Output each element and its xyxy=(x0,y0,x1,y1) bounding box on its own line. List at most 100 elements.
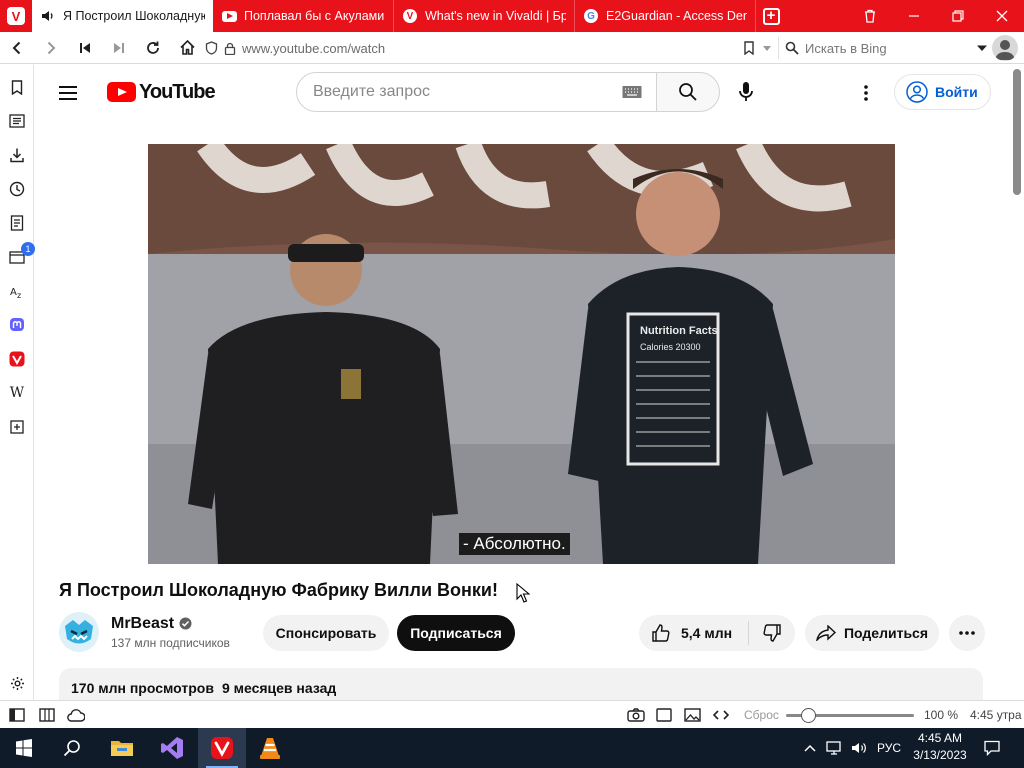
sponsor-label: Спонсировать xyxy=(275,625,377,641)
sponsor-button[interactable]: Спонсировать xyxy=(263,615,389,651)
history-panel-button[interactable] xyxy=(5,177,29,201)
speaker-icon[interactable] xyxy=(40,8,56,24)
close-button[interactable] xyxy=(980,0,1024,32)
chevron-down-icon[interactable] xyxy=(976,42,988,54)
keyboard-icon[interactable] xyxy=(622,85,642,99)
youtube-logo[interactable]: YouTube xyxy=(107,81,216,103)
visual-studio-icon xyxy=(161,737,183,759)
voice-search-button[interactable] xyxy=(727,73,765,111)
vivaldi-panel-button[interactable] xyxy=(5,347,29,371)
scrollbar-thumb[interactable] xyxy=(1013,69,1021,195)
new-tab-button[interactable]: + xyxy=(756,0,786,32)
notification-badge: 1 xyxy=(21,242,35,256)
tab-title: Поплавал бы с Акулами за xyxy=(244,9,385,23)
network-button[interactable] xyxy=(824,728,846,768)
back-button[interactable] xyxy=(0,32,34,64)
settings-menu-button[interactable] xyxy=(854,81,878,105)
show-hidden-icons-button[interactable] xyxy=(800,728,820,768)
settings-button[interactable] xyxy=(5,671,29,695)
sync-button[interactable] xyxy=(67,706,85,724)
home-button[interactable] xyxy=(170,32,204,64)
translate-panel-button[interactable]: Az xyxy=(5,279,29,303)
profile-avatar[interactable] xyxy=(992,35,1018,61)
zoom-level: 100 % xyxy=(924,708,959,722)
minimize-button[interactable] xyxy=(892,0,936,32)
shirt-text-line: Calories 20300 xyxy=(640,342,701,352)
taskbar-search-button[interactable] xyxy=(48,728,96,768)
share-label: Поделиться xyxy=(843,625,929,641)
bookmarks-panel-button[interactable] xyxy=(5,75,29,99)
more-actions-button[interactable] xyxy=(949,615,985,651)
restore-button[interactable] xyxy=(936,0,980,32)
zoom-reset-label[interactable]: Сброс xyxy=(744,708,779,722)
reading-list-icon xyxy=(9,114,25,128)
fast-forward-button[interactable] xyxy=(102,32,136,64)
address-toolbar: www.youtube.com/watch Искать в Bing xyxy=(0,32,1024,64)
tab-3[interactable]: V What's new in Vivaldi | Бра xyxy=(394,0,575,32)
panel-toggle-button[interactable] xyxy=(8,706,26,724)
notes-icon xyxy=(10,215,24,231)
taskbar-file-explorer[interactable] xyxy=(98,728,146,768)
taskbar-visual-studio[interactable] xyxy=(148,728,196,768)
volume-button[interactable] xyxy=(848,728,870,768)
channel-avatar[interactable] xyxy=(59,612,99,652)
start-button[interactable] xyxy=(0,728,48,768)
skip-back-icon xyxy=(80,42,90,53)
images-toggle-button[interactable] xyxy=(683,706,701,724)
search-input[interactable]: Введите запрос xyxy=(296,72,657,112)
tab-title: What's new in Vivaldi | Бра xyxy=(425,9,566,23)
notes-panel-button[interactable] xyxy=(5,211,29,235)
zoom-slider[interactable] xyxy=(786,708,914,723)
taskbar-vlc[interactable] xyxy=(246,728,294,768)
menu-button[interactable] xyxy=(59,81,83,105)
bookmark-icon[interactable] xyxy=(743,41,755,55)
window-panel-button[interactable]: 1 xyxy=(5,242,35,269)
page-actions-button[interactable] xyxy=(712,706,730,724)
video-player[interactable]: Nutrition Facts Calories 20300 - Абсолют… xyxy=(148,144,895,564)
mastodon-icon xyxy=(10,318,24,331)
url-field[interactable]: www.youtube.com/watch xyxy=(205,37,773,59)
dislike-button[interactable] xyxy=(749,623,795,643)
vivaldi-menu-button[interactable]: V xyxy=(0,0,32,32)
tab-1[interactable]: Я Построил Шоколадную xyxy=(32,0,213,32)
description-box[interactable]: 170 млн просмотров 9 месяцев назад xyxy=(59,668,983,700)
reload-icon xyxy=(147,41,159,54)
shield-icon[interactable] xyxy=(205,41,218,55)
search-engine-field[interactable]: Искать в Bing xyxy=(778,37,988,59)
tab-4[interactable]: G E2Guardian - Access Denie xyxy=(575,0,756,32)
add-web-panel-button[interactable] xyxy=(5,415,29,439)
video-title: Я Построил Шоколадную Фабрику Вилли Вонк… xyxy=(59,580,498,600)
notifications-button[interactable] xyxy=(978,728,1006,768)
camera-icon xyxy=(627,708,645,722)
search-icon xyxy=(785,41,799,55)
skip-forward-icon xyxy=(114,42,124,53)
zoom-slider-knob[interactable] xyxy=(800,708,816,723)
like-button[interactable]: 5,4 млн xyxy=(639,621,749,645)
mastodon-panel-button[interactable] xyxy=(5,313,29,337)
taskbar-vivaldi[interactable] xyxy=(198,728,246,768)
tab-bar: V Я Построил Шоколадную Поплавал бы с Ак… xyxy=(0,0,1024,32)
page-scrollbar[interactable] xyxy=(1010,65,1024,700)
tile-tabs-button[interactable] xyxy=(38,706,56,724)
chevron-down-icon[interactable] xyxy=(761,42,773,54)
search-button[interactable] xyxy=(656,72,720,112)
wikipedia-panel-button[interactable]: W xyxy=(5,381,29,405)
subscribe-button[interactable]: Подписаться xyxy=(397,615,515,651)
video-frame: Nutrition Facts Calories 20300 xyxy=(148,144,895,564)
taskbar-clock[interactable]: 4:45 AM 3/13/2023 xyxy=(908,730,972,766)
capture-button[interactable] xyxy=(627,706,645,724)
reading-list-panel-button[interactable] xyxy=(5,109,29,133)
share-button[interactable]: Поделиться xyxy=(805,615,939,651)
url-text[interactable]: www.youtube.com/watch xyxy=(242,41,737,56)
channel-name[interactable]: MrBeast xyxy=(111,615,174,633)
input-language-button[interactable]: РУС xyxy=(872,728,906,768)
lock-icon[interactable] xyxy=(224,42,236,55)
reload-button[interactable] xyxy=(136,32,170,64)
tab-2[interactable]: Поплавал бы с Акулами за xyxy=(213,0,394,32)
trash-button[interactable] xyxy=(848,0,892,32)
sign-in-button[interactable]: Войти xyxy=(894,74,991,110)
rewind-button[interactable] xyxy=(68,32,102,64)
forward-button[interactable] xyxy=(34,32,68,64)
downloads-panel-button[interactable] xyxy=(5,143,29,167)
tab-tiling-button[interactable] xyxy=(655,706,673,724)
